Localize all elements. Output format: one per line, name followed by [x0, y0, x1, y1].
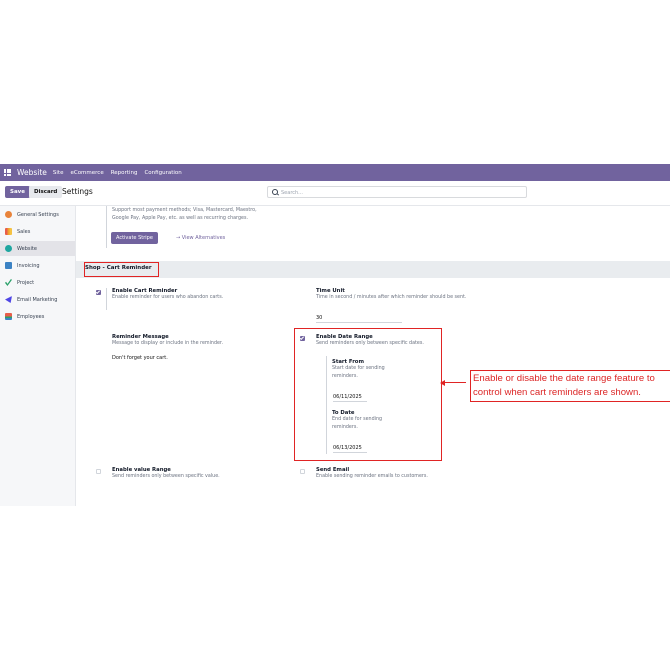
divider — [106, 206, 107, 248]
search-placeholder: Search... — [281, 190, 303, 196]
section-header: Shop - Cart Reminder — [76, 261, 670, 278]
setting-description: Send reminders only between specific val… — [112, 474, 220, 479]
sales-icon — [5, 228, 12, 235]
sidebar-item-employees[interactable]: Employees — [0, 309, 75, 324]
reminder-message-setting: Reminder Message Message to display or i… — [112, 334, 223, 361]
setting-description: Message to display or include in the rem… — [112, 341, 223, 346]
sidebar-item-label: Email Marketing — [17, 296, 58, 303]
annotation-arrow-head — [440, 379, 445, 386]
breadcrumb: Settings — [62, 187, 93, 196]
value-range-checkbox[interactable] — [96, 469, 101, 474]
sidebar-item-sales[interactable]: Sales — [0, 224, 75, 239]
menu-configuration[interactable]: Configuration — [144, 170, 181, 176]
value-range-setting: Enable value Range Send reminders only b… — [112, 467, 220, 481]
divider — [106, 288, 107, 310]
search-icon — [272, 188, 278, 195]
sidebar-item-label: Employees — [17, 313, 45, 320]
sidebar-item-invoicing[interactable]: Invoicing — [0, 258, 75, 273]
section-highlight-box — [84, 262, 159, 277]
top-navbar: Website Site eCommerce Reporting Configu… — [0, 164, 670, 181]
employees-icon — [5, 313, 12, 320]
send-email-setting: Send Email Enable sending reminder email… — [316, 467, 428, 481]
project-icon — [5, 279, 12, 286]
discard-button[interactable]: Discard — [29, 186, 63, 198]
sidebar-item-label: Website — [17, 245, 37, 252]
date-range-highlight-box — [294, 328, 442, 461]
settings-sidebar: General Settings Sales Website Invoicing… — [0, 206, 76, 506]
sidebar-item-email-marketing[interactable]: Email Marketing — [0, 292, 75, 307]
email-marketing-icon — [5, 296, 12, 303]
setting-description: Enable reminder for users who abandon ca… — [112, 295, 224, 300]
reminder-message-field[interactable]: Don't forget your cart. — [112, 355, 223, 361]
cart-reminder-setting: Enable Cart Reminder Enable reminder for… — [112, 288, 223, 302]
payment-description: Support most payment methods; Visa, Mast… — [112, 208, 257, 221]
website-icon — [5, 245, 12, 252]
sidebar-item-label: Invoicing — [17, 262, 40, 269]
annotation-arrow — [442, 382, 466, 384]
activate-stripe-button[interactable]: Activate Stripe — [111, 232, 158, 244]
cart-reminder-checkbox[interactable] — [96, 290, 101, 295]
time-unit-field[interactable]: 30 — [316, 315, 402, 323]
setting-description: Time in second / minutes after which rem… — [316, 295, 467, 300]
control-panel: Save Discard Settings Search... — [0, 181, 670, 206]
menu-site[interactable]: Site — [53, 170, 64, 176]
sidebar-item-website[interactable]: Website — [0, 241, 75, 256]
app-name[interactable]: Website — [17, 168, 47, 177]
save-button[interactable]: Save — [5, 186, 30, 198]
sidebar-item-general-settings[interactable]: General Settings — [0, 207, 75, 222]
annotation-callout: Enable or disable the date range feature… — [470, 370, 670, 402]
sidebar-item-label: Sales — [17, 228, 31, 235]
menu-ecommerce[interactable]: eCommerce — [70, 170, 103, 176]
menu-reporting[interactable]: Reporting — [111, 170, 138, 176]
sidebar-item-label: Project — [17, 279, 35, 286]
sidebar-item-label: General Settings — [17, 211, 59, 218]
search-input[interactable]: Search... — [267, 186, 527, 198]
invoicing-icon — [5, 262, 12, 269]
setting-description: Enable sending reminder emails to custom… — [316, 474, 428, 479]
view-alternatives-link[interactable]: → View Alternatives — [176, 232, 225, 244]
sidebar-item-project[interactable]: Project — [0, 275, 75, 290]
apps-menu-icon[interactable] — [4, 168, 12, 177]
general-settings-icon — [5, 211, 12, 218]
send-email-checkbox[interactable] — [300, 469, 305, 474]
time-unit-setting: Time Unit Time in second / minutes after… — [316, 288, 466, 302]
